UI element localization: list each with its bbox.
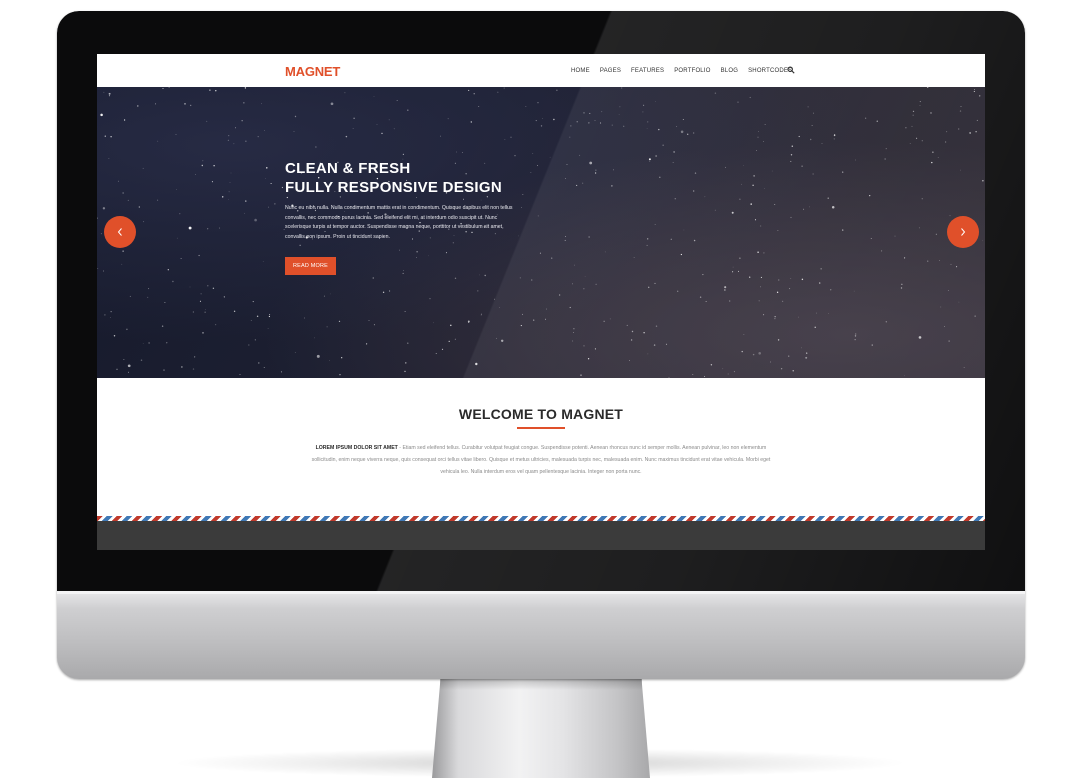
nav-item-shortcodes[interactable]: SHORTCODES (748, 67, 792, 77)
monitor-chin-highlight (57, 591, 1025, 594)
footer-band (97, 521, 985, 550)
hero-title-line-1: CLEAN & FRESH (285, 160, 411, 177)
slider-next-button[interactable] (947, 216, 979, 248)
nav-item-blog[interactable]: BLOG (721, 67, 738, 77)
search-icon[interactable] (787, 66, 795, 74)
monitor-chin (57, 591, 1025, 679)
chevron-left-icon (117, 228, 122, 236)
welcome-section: WELCOME TO MAGNET LOREM IPSUM DOLOR SIT … (97, 378, 985, 516)
welcome-lead: LOREM IPSUM DOLOR SIT AMET (315, 445, 398, 451)
hero-title-line-2: FULLY RESPONSIVE DESIGN (285, 179, 502, 196)
nav-item-portfolio[interactable]: PORTFOLIO (674, 67, 710, 77)
welcome-title-underline (517, 427, 565, 429)
welcome-title: WELCOME TO MAGNET (458, 406, 624, 422)
nav-menu: HOME PAGES FEATURES PORTFOLIO BLOG SHORT… (571, 67, 802, 77)
read-more-button[interactable]: READ MORE (285, 257, 336, 275)
nav-item-pages[interactable]: PAGES (600, 67, 621, 77)
slider-prev-button[interactable] (104, 216, 136, 248)
screen-glare (97, 87, 985, 378)
chevron-right-icon (961, 228, 966, 236)
navbar: MAGNET HOME PAGES FEATURES PORTFOLIO BLO… (97, 54, 985, 87)
hero-text: Nunc eu nibh nulla. Nulla condimentum ma… (285, 205, 513, 240)
nav-item-home[interactable]: HOME (571, 67, 590, 77)
site-logo[interactable]: MAGNET (285, 64, 340, 79)
hero-title: CLEAN & FRESH FULLY RESPONSIVE DESIGN (285, 159, 585, 197)
nav-item-features[interactable]: FEATURES (631, 67, 664, 77)
monitor-stand (432, 676, 650, 778)
hero-slider: CLEAN & FRESH FULLY RESPONSIVE DESIGN Nu… (97, 87, 985, 378)
welcome-text: LOREM IPSUM DOLOR SIT AMET - Etiam sed e… (311, 442, 771, 478)
website-screen: MAGNET HOME PAGES FEATURES PORTFOLIO BLO… (97, 54, 985, 550)
